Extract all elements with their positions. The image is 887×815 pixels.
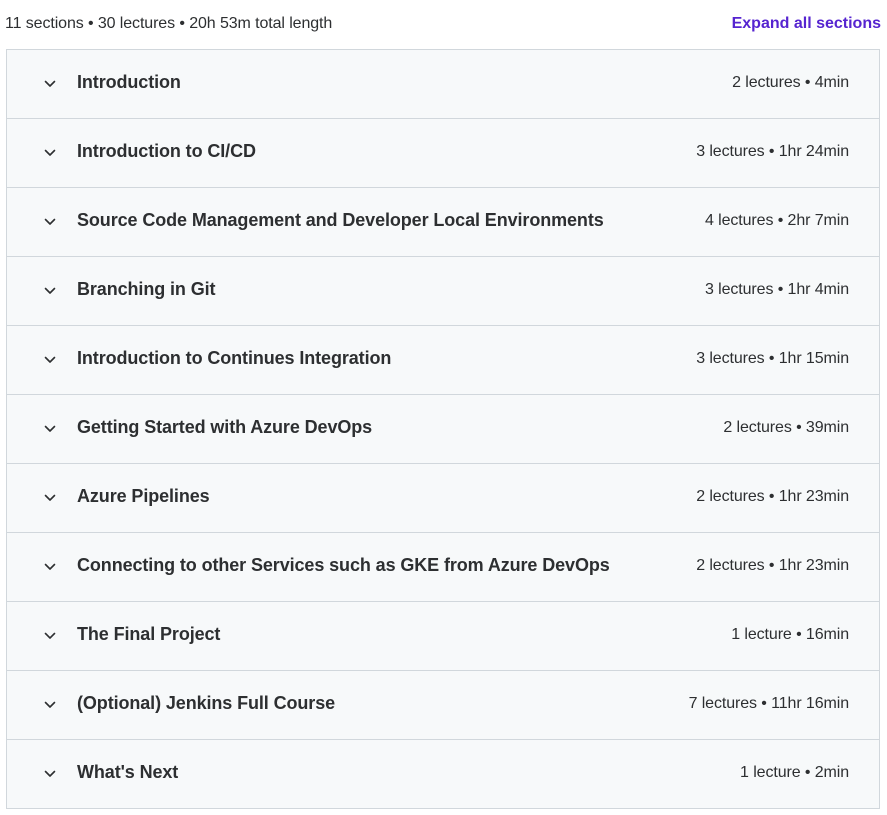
section-title: Branching in Git xyxy=(77,279,216,299)
section-meta: 2 lectures • 39min xyxy=(723,419,849,436)
section-meta: 3 lectures • 1hr 15min xyxy=(696,350,849,367)
course-content-panel: 11 sections • 30 lectures • 20h 53m tota… xyxy=(0,0,887,815)
section-meta: 1 lecture • 2min xyxy=(740,764,849,781)
section-title: Introduction to Continues Integration xyxy=(77,348,392,368)
chevron-down-icon xyxy=(44,356,56,363)
chevron-down-icon xyxy=(44,149,56,156)
expand-all-sections-button[interactable]: Expand all sections xyxy=(732,15,881,33)
section-row[interactable]: Azure Pipelines 2 lectures • 1hr 23min xyxy=(7,464,879,533)
section-title: Azure Pipelines xyxy=(77,486,210,506)
chevron-down-icon xyxy=(44,563,56,570)
section-meta: 3 lectures • 1hr 24min xyxy=(696,143,849,160)
section-title: What's Next xyxy=(77,762,179,782)
section-row[interactable]: Getting Started with Azure DevOps 2 lect… xyxy=(7,395,879,464)
chevron-down-icon xyxy=(44,632,56,639)
section-meta: 3 lectures • 1hr 4min xyxy=(704,281,849,298)
section-title: Introduction xyxy=(77,72,181,92)
section-row[interactable]: Connecting to other Services such as GKE… xyxy=(7,533,879,602)
section-title: Introduction to CI/CD xyxy=(77,141,256,161)
chevron-down-icon xyxy=(44,494,56,501)
chevron-down-icon xyxy=(44,287,56,294)
chevron-down-icon xyxy=(44,770,56,777)
section-row[interactable]: The Final Project 1 lecture • 16min xyxy=(7,602,879,671)
chevron-down-icon xyxy=(44,701,56,708)
section-row[interactable]: Introduction to Continues Integration 3 … xyxy=(7,326,879,395)
chevron-down-icon xyxy=(44,80,56,87)
section-title: Getting Started with Azure DevOps xyxy=(77,417,373,437)
section-meta: 2 lectures • 4min xyxy=(732,74,849,91)
course-summary-bar: 11 sections • 30 lectures • 20h 53m tota… xyxy=(5,0,881,49)
section-row[interactable]: Source Code Management and Developer Loc… xyxy=(7,188,879,257)
section-meta: 1 lecture • 16min xyxy=(731,626,849,643)
chevron-down-icon xyxy=(44,218,56,225)
section-row[interactable]: Introduction to CI/CD 3 lectures • 1hr 2… xyxy=(7,119,879,188)
section-title: (Optional) Jenkins Full Course xyxy=(77,693,336,713)
section-meta: 2 lectures • 1hr 23min xyxy=(696,557,849,574)
chevron-down-icon xyxy=(44,425,56,432)
section-row[interactable]: (Optional) Jenkins Full Course 7 lecture… xyxy=(7,671,879,740)
section-meta: 4 lectures • 2hr 7min xyxy=(704,212,849,229)
section-meta: 7 lectures • 11hr 16min xyxy=(688,695,850,712)
section-title: Source Code Management and Developer Loc… xyxy=(77,210,604,230)
section-row[interactable]: What's Next 1 lecture • 2min xyxy=(7,740,879,808)
section-title: The Final Project xyxy=(77,624,221,644)
course-summary-text: 11 sections • 30 lectures • 20h 53m tota… xyxy=(5,14,333,32)
sections-accordion: Introduction 2 lectures • 4min Introduct… xyxy=(6,49,880,809)
section-meta: 2 lectures • 1hr 23min xyxy=(696,488,849,505)
section-row[interactable]: Branching in Git 3 lectures • 1hr 4min xyxy=(7,257,879,326)
section-row[interactable]: Introduction 2 lectures • 4min xyxy=(7,50,879,119)
section-title: Connecting to other Services such as GKE… xyxy=(77,555,610,575)
